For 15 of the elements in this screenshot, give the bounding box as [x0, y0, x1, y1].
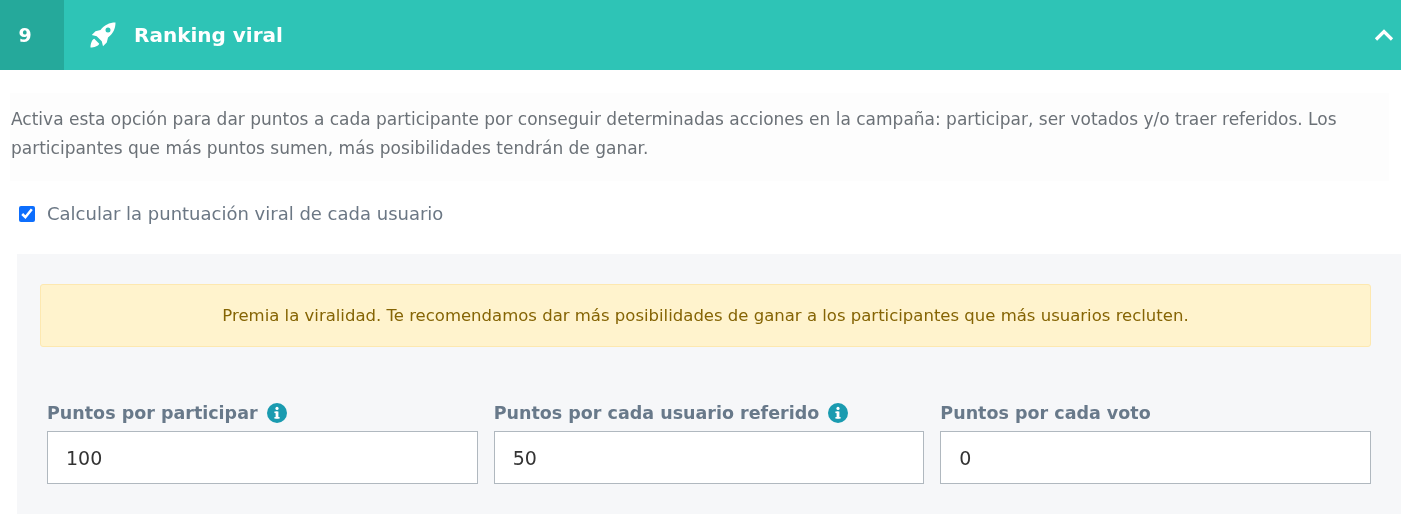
chevron-up-icon[interactable]	[1374, 28, 1394, 42]
checkbox-label[interactable]: Calcular la puntuación viral de cada usuario	[47, 203, 444, 224]
field-label: Puntos por cada voto	[940, 403, 1151, 423]
rocket-icon	[88, 20, 118, 50]
field-label: Puntos por cada usuario referido	[493, 403, 820, 423]
input-field[interactable]: 0	[940, 431, 1371, 484]
checkbox[interactable]	[19, 205, 35, 222]
input-field[interactable]: 100	[47, 431, 478, 484]
input-field[interactable]: 50	[493, 431, 925, 484]
info-icon[interactable]	[266, 403, 287, 423]
info-icon[interactable]	[828, 403, 849, 423]
step-number: 9	[0, 0, 64, 70]
alert-message: Premia la viralidad. Te recomendamos dar más posibilidades de ganar a los participantes que más usuarios recluten.	[40, 284, 1371, 347]
field-label: Puntos por participar	[47, 403, 258, 423]
section-title: Ranking viral	[134, 23, 284, 47]
